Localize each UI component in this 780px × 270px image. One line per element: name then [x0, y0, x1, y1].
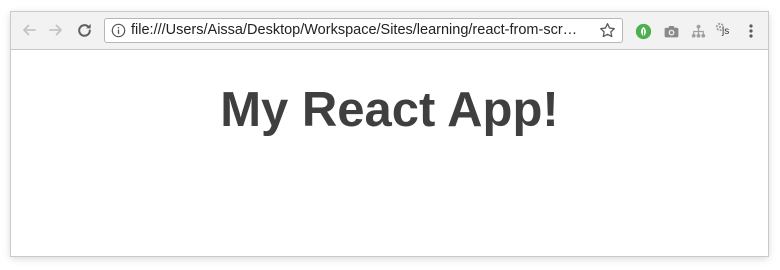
- browser-menu-button[interactable]: [741, 21, 761, 41]
- address-bar[interactable]: file:///Users/Aissa/Desktop/Workspace/Si…: [104, 18, 623, 43]
- page-viewport: My React App!: [11, 50, 768, 256]
- arrow-left-icon: [23, 24, 36, 36]
- browser-toolbar: file:///Users/Aissa/Desktop/Workspace/Si…: [11, 12, 768, 50]
- browser-window: file:///Users/Aissa/Desktop/Workspace/Si…: [11, 12, 768, 256]
- extension-button-network[interactable]: [688, 21, 708, 41]
- back-button[interactable]: [19, 20, 39, 40]
- js-label: js: [722, 26, 730, 37]
- more-vertical-icon: [749, 24, 753, 38]
- green-leaf-icon: [635, 23, 651, 39]
- reload-icon: [77, 23, 91, 37]
- star-icon[interactable]: [599, 22, 616, 39]
- reload-button[interactable]: [74, 20, 94, 40]
- network-icon: [691, 24, 705, 38]
- url-text[interactable]: file:///Users/Aissa/Desktop/Workspace/Si…: [131, 19, 591, 42]
- page-heading: My React App!: [220, 83, 559, 137]
- camera-icon: [664, 25, 678, 37]
- extension-button-js[interactable]: js: [714, 21, 734, 41]
- extension-button-green[interactable]: [633, 21, 653, 41]
- extension-button-camera[interactable]: [661, 21, 681, 41]
- arrow-right-icon: [49, 24, 62, 36]
- info-icon[interactable]: [111, 23, 126, 38]
- forward-button[interactable]: [46, 20, 66, 40]
